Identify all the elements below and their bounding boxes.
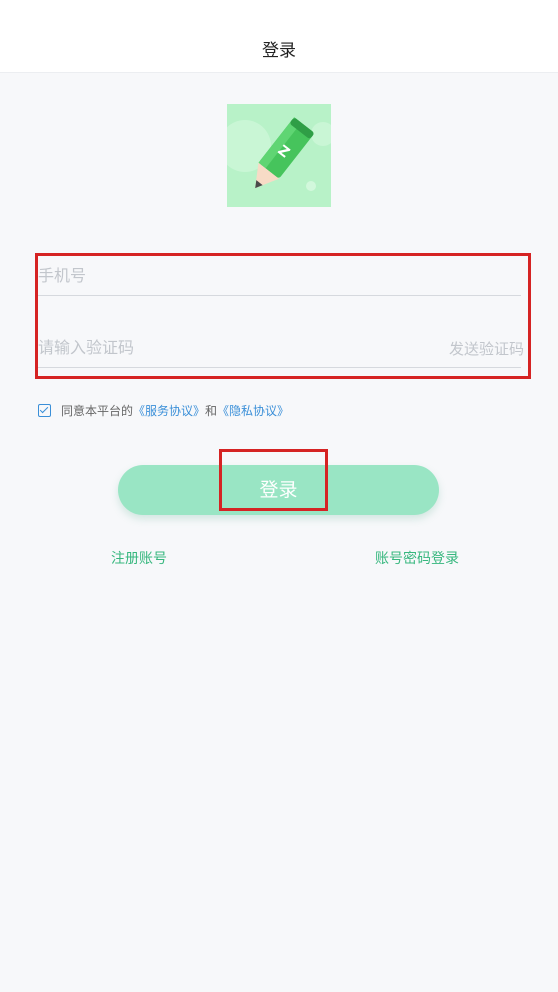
privacy-agreement-link[interactable]: 《隐私协议》 xyxy=(217,402,289,419)
verification-code-input[interactable] xyxy=(38,328,418,366)
agreement-checkbox[interactable] xyxy=(38,403,51,417)
agreement-prefix: 同意本平台的 xyxy=(61,403,134,418)
pencil-logo-icon: Z xyxy=(227,104,331,207)
agreement-and: 和 xyxy=(205,403,218,418)
app-header: 登录 xyxy=(0,0,558,73)
agreement-row: 同意本平台的 《服务协议》 和 《隐私协议》 xyxy=(38,401,289,419)
password-login-link[interactable]: 账号密码登录 xyxy=(375,548,459,568)
register-link[interactable]: 注册账号 xyxy=(111,548,167,568)
verification-code-field: 发送验证码 xyxy=(38,328,524,368)
page-title: 登录 xyxy=(262,41,296,61)
login-button[interactable]: 登录 xyxy=(118,465,439,515)
phone-input[interactable] xyxy=(38,256,521,294)
service-agreement-link[interactable]: 《服务协议》 xyxy=(133,402,205,419)
send-code-button[interactable]: 发送验证码 xyxy=(449,338,524,359)
app-logo: Z xyxy=(227,104,331,207)
phone-field xyxy=(38,256,521,296)
